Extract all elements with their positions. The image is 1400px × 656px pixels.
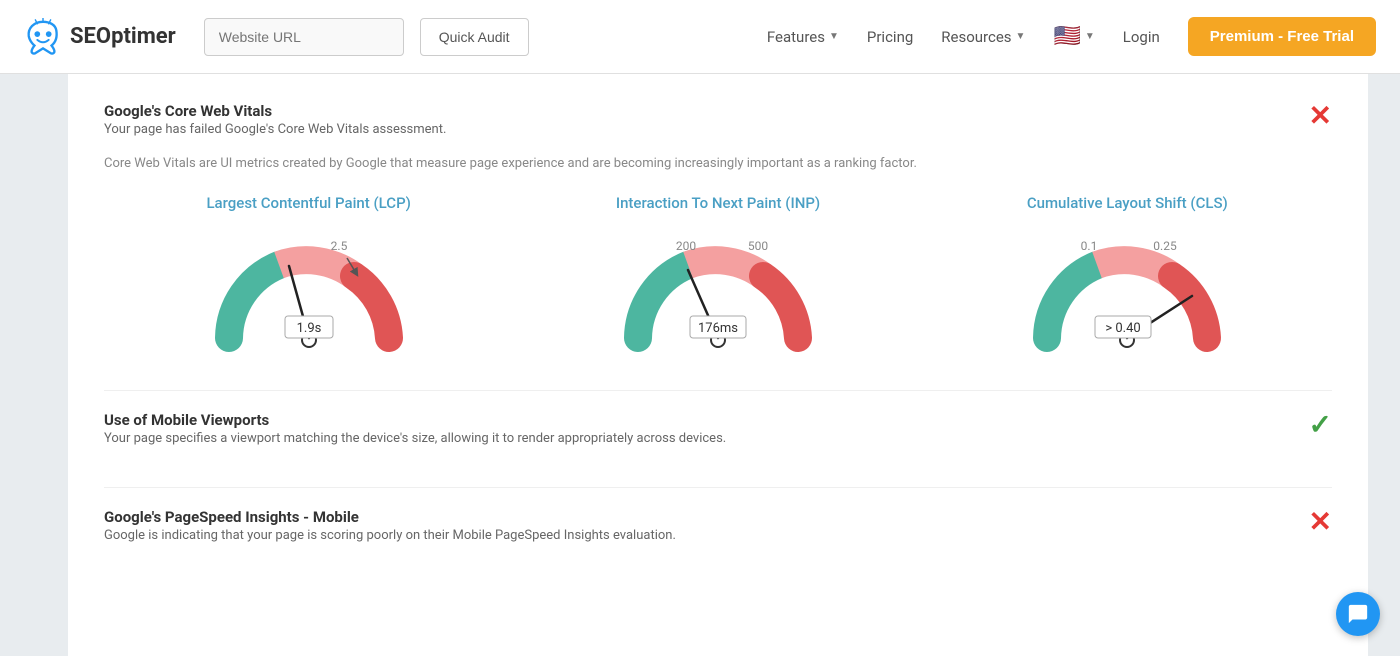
flag-icon: 🇺🇸	[1053, 24, 1080, 49]
cls-gauge: Cumulative Layout Shift (CLS) 0.1 0.25	[943, 194, 1311, 358]
core-web-vitals-title: Google's Core Web Vitals	[104, 102, 446, 120]
svg-text:500: 500	[748, 239, 768, 253]
inp-svg-wrap: 200 500 176ms	[608, 228, 828, 358]
inp-svg: 200 500 176ms	[608, 228, 828, 358]
nav-links: Features ▼ Pricing Resources ▼ 🇺🇸 ▼ Logi…	[767, 17, 1376, 56]
pagespeed-mobile-titles: Google's PageSpeed Insights - Mobile Goo…	[104, 508, 676, 552]
nav-features[interactable]: Features ▼	[767, 28, 839, 46]
quick-audit-button[interactable]: Quick Audit	[420, 18, 529, 56]
cls-title: Cumulative Layout Shift (CLS)	[1027, 194, 1228, 212]
mobile-viewports-desc: Your page specifies a viewport matching …	[104, 429, 726, 449]
chat-button[interactable]	[1336, 592, 1380, 636]
logo-text: SEOptimer	[70, 24, 176, 49]
language-selector[interactable]: 🇺🇸 ▼	[1053, 24, 1094, 49]
chevron-down-icon: ▼	[829, 31, 839, 42]
inp-gauge: Interaction To Next Paint (INP) 200 500	[534, 194, 902, 358]
svg-text:1.9s: 1.9s	[296, 321, 321, 336]
navbar: SEOptimer Quick Audit Features ▼ Pricing…	[0, 0, 1400, 74]
core-web-vitals-titles: Google's Core Web Vitals Your page has f…	[104, 102, 446, 146]
pagespeed-mobile-header: Google's PageSpeed Insights - Mobile Goo…	[104, 508, 1332, 552]
chevron-down-icon-resources: ▼	[1016, 31, 1026, 42]
svg-text:> 0.40: > 0.40	[1106, 321, 1141, 336]
premium-button[interactable]: Premium - Free Trial	[1188, 17, 1376, 56]
chevron-down-icon-lang: ▼	[1085, 31, 1095, 42]
core-web-vitals-section: Google's Core Web Vitals Your page has f…	[104, 102, 1332, 358]
logo: SEOptimer	[24, 18, 176, 56]
lcp-title: Largest Contentful Paint (LCP)	[206, 194, 410, 212]
inp-title: Interaction To Next Paint (INP)	[616, 194, 820, 212]
core-web-vitals-header: Google's Core Web Vitals Your page has f…	[104, 102, 1332, 146]
content-area: Google's Core Web Vitals Your page has f…	[68, 74, 1368, 656]
sidebar-right	[1368, 74, 1400, 656]
divider-1	[104, 390, 1332, 391]
divider-2	[104, 487, 1332, 488]
gauges-row: Largest Contentful Paint (LCP)	[104, 194, 1332, 358]
lcp-svg-wrap: 2.5	[199, 228, 419, 358]
mobile-viewports-title: Use of Mobile Viewports	[104, 411, 726, 429]
main-layout: Google's Core Web Vitals Your page has f…	[0, 74, 1400, 656]
lcp-gauge: Largest Contentful Paint (LCP)	[124, 194, 492, 358]
lcp-svg: 2.5	[199, 228, 419, 358]
pagespeed-mobile-desc: Google is indicating that your page is s…	[104, 526, 676, 546]
svg-text:2.5: 2.5	[330, 239, 347, 253]
pagespeed-mobile-title: Google's PageSpeed Insights - Mobile	[104, 508, 676, 526]
svg-text:176ms: 176ms	[698, 321, 738, 336]
sidebar-left	[0, 74, 68, 656]
svg-text:0.1: 0.1	[1081, 239, 1098, 253]
svg-text:200: 200	[676, 239, 696, 253]
login-link[interactable]: Login	[1123, 28, 1160, 46]
pagespeed-mobile-section: Google's PageSpeed Insights - Mobile Goo…	[104, 508, 1332, 552]
chat-icon	[1347, 603, 1369, 625]
mobile-viewports-titles: Use of Mobile Viewports Your page specif…	[104, 411, 726, 455]
svg-text:0.25: 0.25	[1154, 239, 1178, 253]
cls-svg-wrap: 0.1 0.25 > 0.40	[1017, 228, 1237, 358]
core-web-vitals-fail-icon: ✕	[1309, 102, 1332, 130]
core-web-vitals-desc: Your page has failed Google's Core Web V…	[104, 120, 446, 140]
mobile-viewports-pass-icon: ✓	[1309, 411, 1332, 439]
mobile-viewports-header: Use of Mobile Viewports Your page specif…	[104, 411, 1332, 455]
nav-pricing[interactable]: Pricing	[867, 28, 913, 46]
pagespeed-mobile-fail-icon: ✕	[1309, 508, 1332, 536]
cls-svg: 0.1 0.25 > 0.40	[1017, 228, 1237, 358]
mobile-viewports-section: Use of Mobile Viewports Your page specif…	[104, 411, 1332, 455]
logo-icon	[24, 18, 62, 56]
core-web-vitals-info: Core Web Vitals are UI metrics created b…	[104, 154, 1332, 175]
nav-resources[interactable]: Resources ▼	[941, 28, 1025, 46]
url-input[interactable]	[204, 18, 404, 56]
